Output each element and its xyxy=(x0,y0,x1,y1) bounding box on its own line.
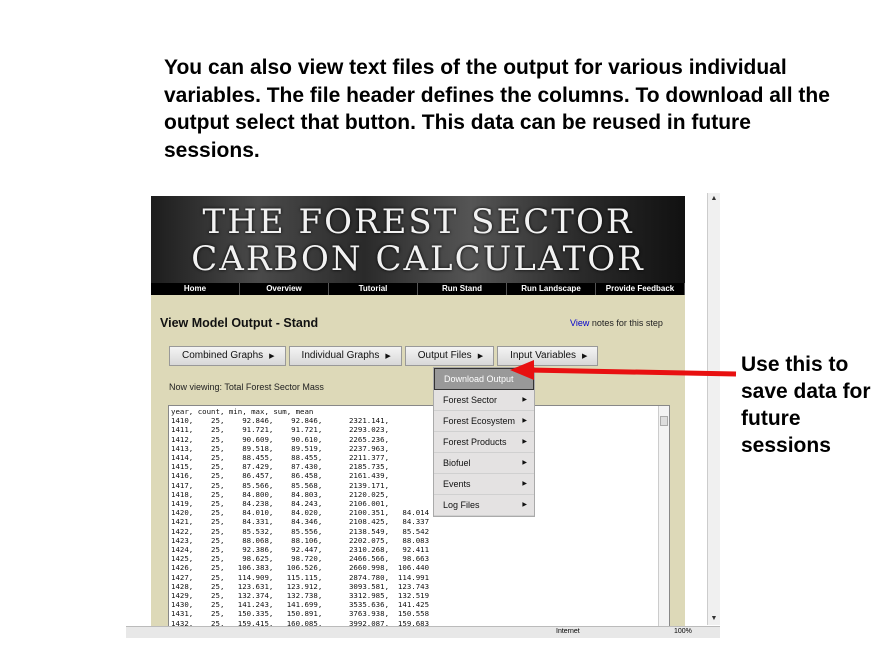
arrow-shaft xyxy=(527,367,737,377)
callout-arrow xyxy=(510,360,737,380)
arrow-head xyxy=(510,360,534,380)
callout-text: Use this to save data for future session… xyxy=(741,353,871,457)
